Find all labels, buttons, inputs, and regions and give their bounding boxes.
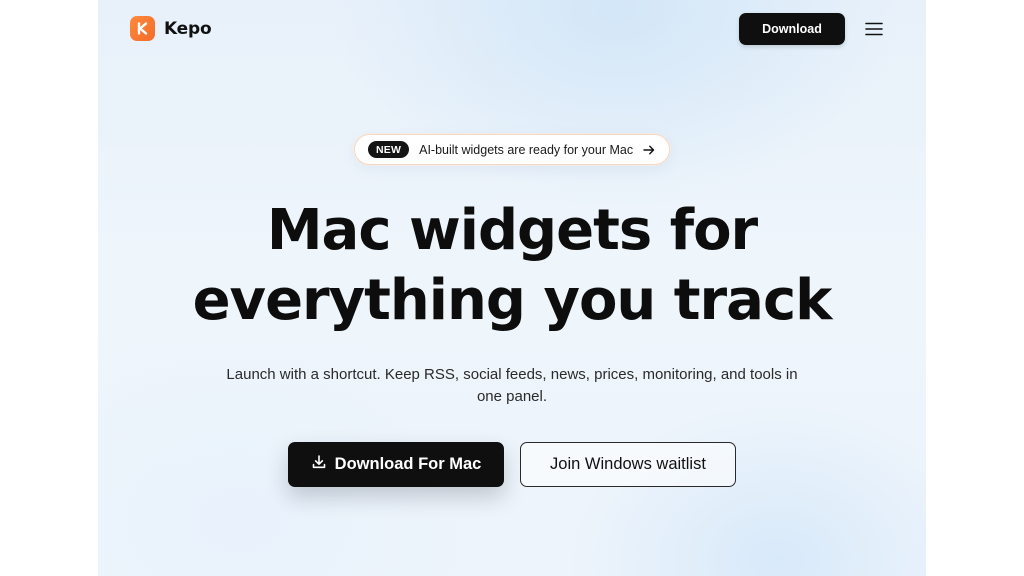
hamburger-menu-icon[interactable] bbox=[864, 19, 884, 39]
hero-subtitle: Launch with a shortcut. Keep RSS, social… bbox=[226, 366, 798, 405]
announcement-pill[interactable]: NEW AI-built widgets are ready for your … bbox=[354, 134, 670, 165]
landing-page: Kepo Download NEW AI-built widgets are r… bbox=[98, 0, 926, 576]
hero-headline: Mac widgets for everything you track bbox=[98, 196, 926, 336]
join-windows-waitlist-button[interactable]: Join Windows waitlist bbox=[520, 442, 736, 487]
announcement-text: AI-built widgets are ready for your Mac bbox=[419, 142, 634, 157]
brand-name: Kepo bbox=[164, 18, 212, 39]
headline-line-1: Mac widgets for bbox=[266, 198, 758, 263]
kepo-logo-icon bbox=[130, 16, 155, 41]
headline-line-2: everything you track bbox=[192, 268, 833, 333]
brand-logo-link[interactable]: Kepo bbox=[130, 16, 212, 41]
viewport: Kepo Download NEW AI-built widgets are r… bbox=[0, 0, 1024, 576]
new-badge: NEW bbox=[368, 141, 410, 158]
arrow-right-icon bbox=[643, 145, 655, 155]
join-windows-waitlist-label: Join Windows waitlist bbox=[550, 455, 706, 473]
download-for-mac-label: Download For Mac bbox=[334, 455, 482, 473]
download-for-mac-button[interactable]: Download For Mac bbox=[288, 442, 504, 487]
header-download-button[interactable]: Download bbox=[739, 13, 845, 45]
download-icon bbox=[311, 454, 327, 475]
